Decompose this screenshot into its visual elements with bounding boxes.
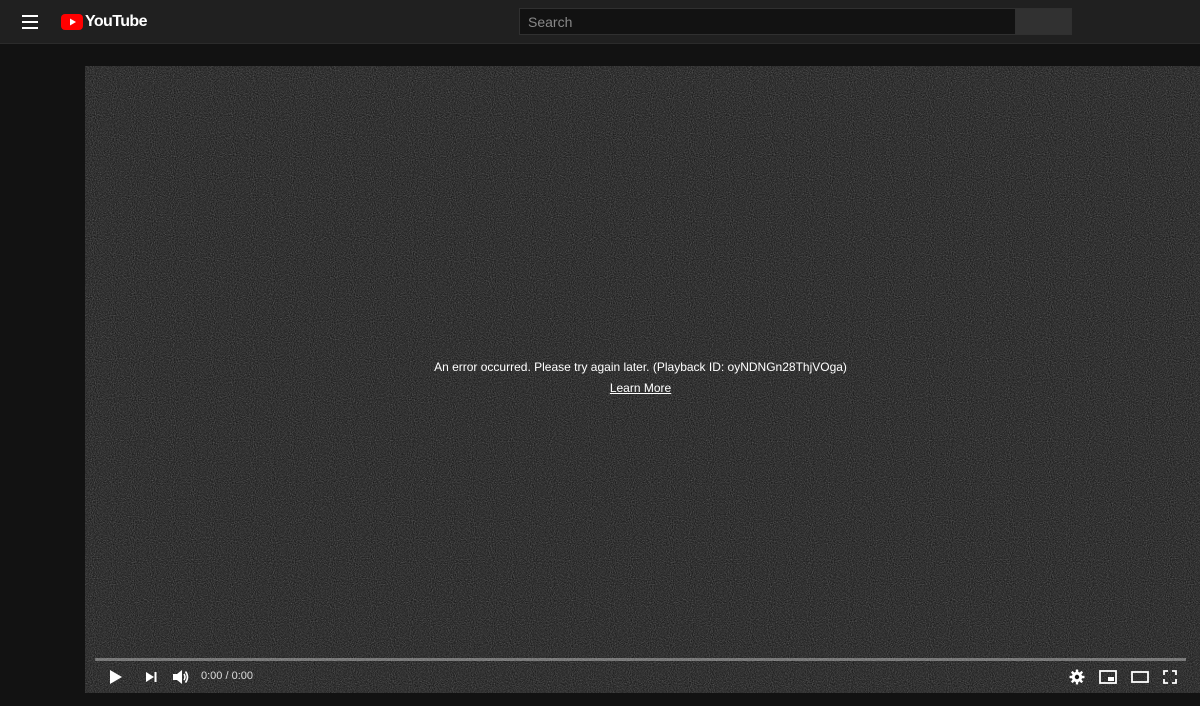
volume-icon (173, 670, 189, 684)
learn-more-link[interactable]: Learn More (610, 381, 671, 395)
fullscreen-icon (1163, 670, 1177, 684)
settings-button[interactable] (1064, 664, 1090, 690)
search-form (519, 8, 1072, 35)
youtube-logo[interactable]: YouTube (61, 11, 147, 33)
search-input[interactable] (519, 8, 1016, 35)
hamburger-menu-icon-bar (22, 27, 38, 29)
playback-error: An error occurred. Please try again late… (85, 359, 1196, 397)
progress-bar[interactable] (95, 658, 1186, 661)
video-player[interactable]: An error occurred. Please try again late… (85, 66, 1200, 693)
miniplayer-icon (1099, 670, 1117, 684)
theater-mode-icon (1131, 671, 1149, 683)
miniplayer-button[interactable] (1095, 664, 1121, 690)
theater-mode-button[interactable] (1127, 664, 1153, 690)
play-button[interactable] (102, 664, 128, 690)
hamburger-menu-icon (22, 15, 38, 17)
guide-menu-button[interactable] (16, 10, 44, 34)
gear-icon (1069, 669, 1085, 685)
fullscreen-button[interactable] (1157, 664, 1183, 690)
next-icon (146, 672, 157, 682)
play-icon (110, 670, 122, 684)
mute-button[interactable] (168, 664, 194, 690)
search-button[interactable] (1016, 8, 1072, 35)
player-controls: 0:00 / 0:00 (85, 662, 1200, 693)
hamburger-menu-icon-bar (22, 21, 38, 23)
youtube-play-logo-icon (61, 14, 83, 30)
next-button[interactable] (138, 664, 164, 690)
time-display: 0:00 / 0:00 (201, 670, 253, 682)
error-message: An error occurred. Please try again late… (434, 360, 847, 374)
logo-text: YouTube (85, 13, 147, 30)
masthead: YouTube (0, 0, 1200, 44)
